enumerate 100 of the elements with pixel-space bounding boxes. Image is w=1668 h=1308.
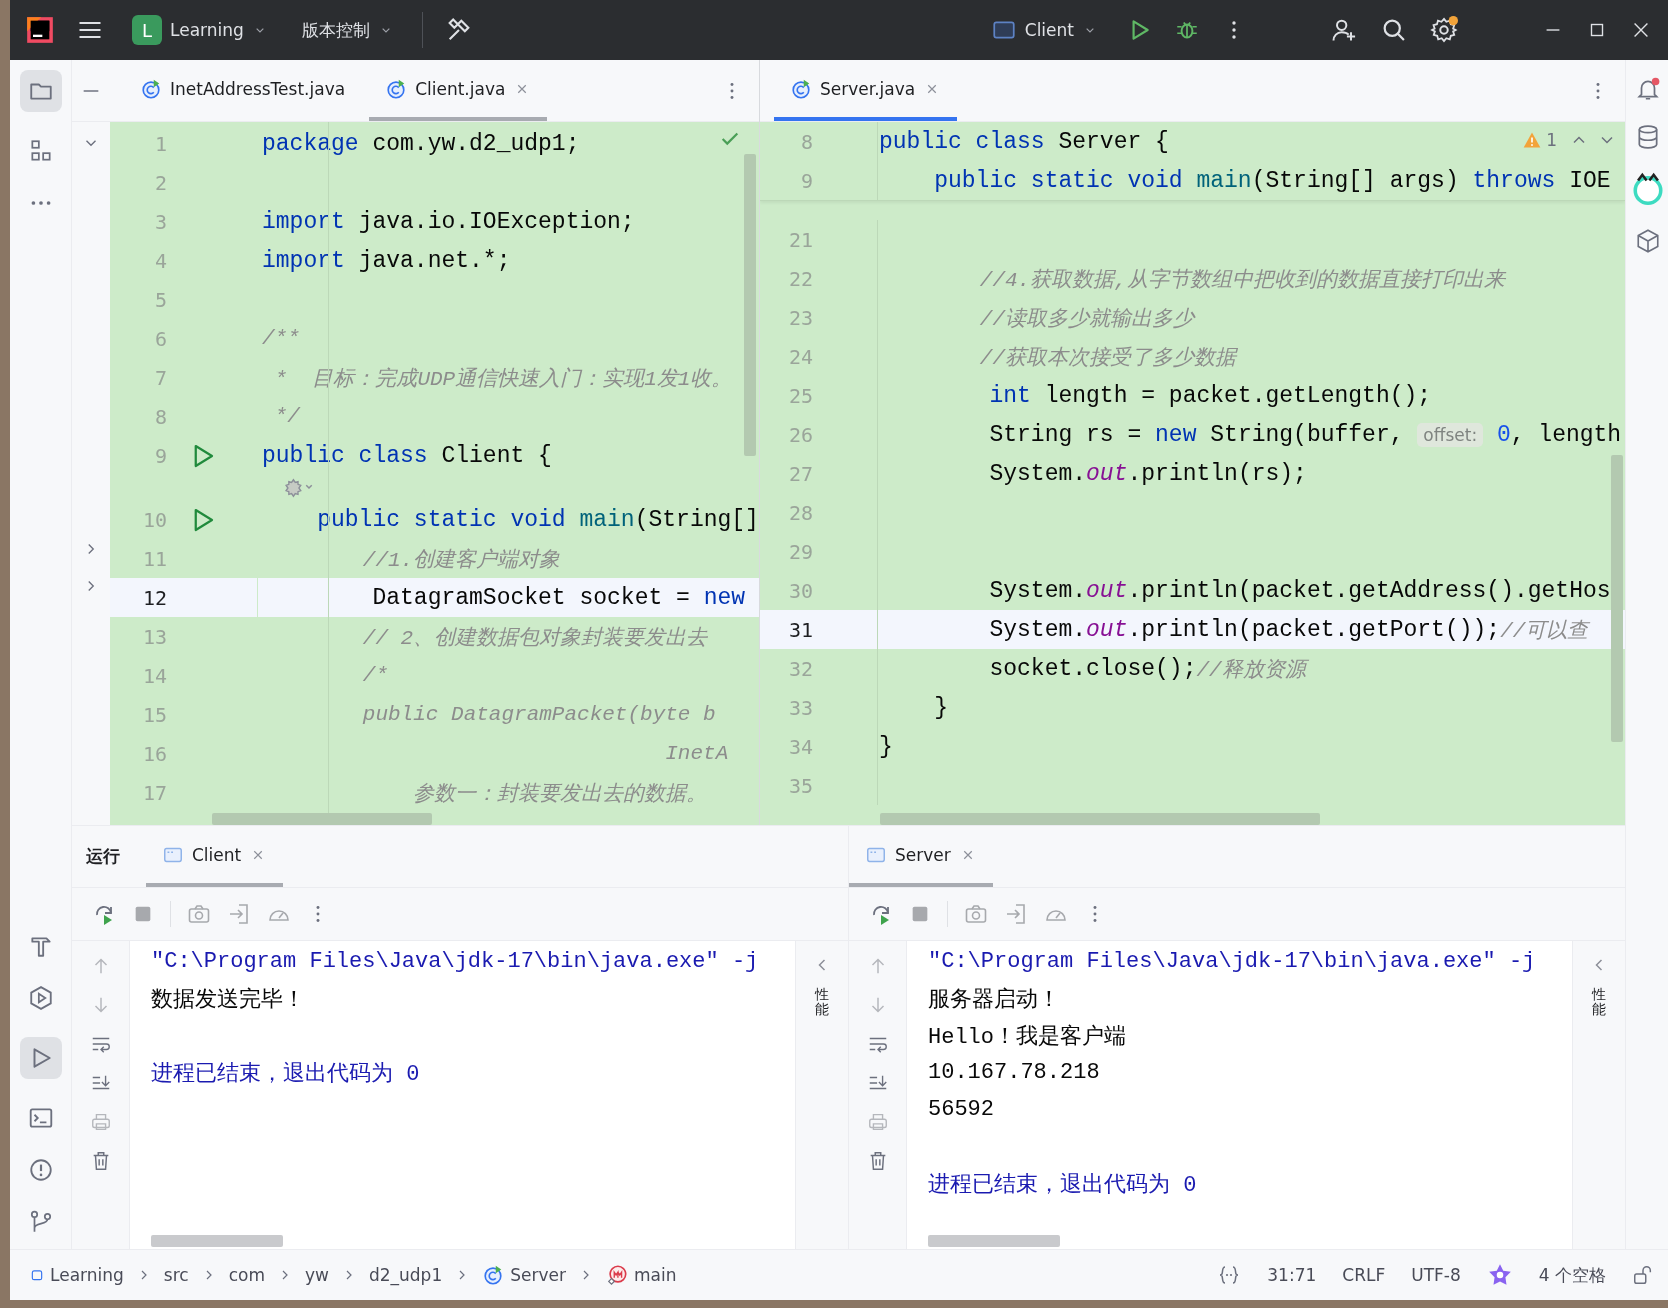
code-line: import java.net.*; — [261, 246, 511, 276]
line-number: 22 — [760, 259, 878, 298]
code-line: public DatagramPacket(byte b — [361, 702, 716, 728]
breadcrumb[interactable]: d2_udp1 — [368, 1265, 443, 1285]
module-icon — [30, 1268, 44, 1282]
breadcrumb[interactable]: src — [163, 1265, 189, 1285]
line-number: 24 — [760, 337, 878, 376]
console-line: "C:\Program Files\Java\jdk-17\bin\java.exe" -j — [928, 948, 1537, 976]
panel-title: 运行 — [86, 845, 120, 868]
camera-icon[interactable] — [964, 902, 988, 926]
breadcrumb[interactable]: yw — [304, 1265, 329, 1285]
line-number: 6 — [153, 325, 168, 353]
scrollbar-thumb[interactable] — [880, 813, 1320, 825]
code-line: 参数一：封装要发出去的数据。 — [412, 781, 708, 808]
side-tab[interactable]: 性能 — [815, 987, 829, 1018]
warning-icon — [1522, 130, 1543, 150]
line-number: 27 — [760, 454, 878, 493]
code-line: //获取本次接受了多少数据 — [978, 345, 1237, 372]
console-line: 10.167.78.218 — [928, 1059, 1101, 1087]
java-class-icon — [482, 1264, 505, 1286]
tool-window-button[interactable] — [19, 1037, 62, 1079]
line-number: 25 — [760, 376, 878, 415]
scrollbar-thumb[interactable] — [212, 813, 432, 825]
code-line: int length = packet.getLength(); — [988, 381, 1432, 411]
line-number: 26 — [760, 415, 878, 454]
terminal-icon[interactable] — [27, 1105, 54, 1131]
scrollbar-thumb[interactable] — [928, 1235, 1060, 1247]
java-class-icon — [140, 77, 162, 100]
vcs-menu[interactable]: 版本控制 — [295, 14, 400, 46]
breadcrumb[interactable]: com — [228, 1265, 265, 1285]
cube-icon[interactable] — [1634, 228, 1661, 254]
line-number: 8 — [153, 403, 168, 431]
method-icon — [605, 1264, 628, 1286]
caret-position[interactable]: 31:71 — [1267, 1265, 1317, 1285]
line-number: 3 — [153, 208, 168, 236]
line-separator[interactable]: CRLF — [1342, 1265, 1386, 1285]
line-number: 10 — [141, 506, 168, 534]
line-number: 9 — [153, 442, 168, 470]
console-line: 进程已结束，退出代码为 0 — [151, 1060, 421, 1089]
breadcrumb[interactable]: Server — [482, 1264, 566, 1286]
code-line: import java.io.IOException; — [261, 207, 635, 237]
code-line: String rs = new String(buffer, offset: 0, length — [988, 420, 1622, 450]
code-line: /* — [361, 663, 389, 689]
line-number: 5 — [153, 286, 168, 314]
line-number: 7 — [153, 364, 168, 392]
indent-setting[interactable]: 4 个空格 — [1538, 1263, 1606, 1287]
code-line: public class Client { — [261, 441, 552, 471]
settings-icon[interactable] — [1430, 16, 1458, 44]
line-number: 2 — [153, 169, 168, 197]
line-number: 23 — [760, 298, 878, 337]
plugin-badge-icon[interactable] — [1630, 172, 1665, 206]
camera-icon[interactable] — [187, 902, 211, 926]
run-tab[interactable]: Server — [849, 826, 993, 887]
scrollbar-thumb[interactable] — [151, 1235, 283, 1247]
scrollbar-thumb[interactable] — [1611, 455, 1623, 742]
code-line: // 2、创建数据包对象封装要发出去 — [361, 625, 708, 652]
file-encoding[interactable]: UTF-8 — [1411, 1265, 1461, 1285]
app-logo-icon[interactable] — [26, 16, 54, 44]
scrollbar-thumb[interactable] — [744, 154, 756, 456]
code-line: public class Server { — [878, 127, 1169, 157]
line-number: 29 — [760, 532, 878, 571]
warning-counter[interactable]: 1 — [1522, 130, 1557, 150]
console-line: 56592 — [928, 1096, 995, 1124]
line-number: 34 — [760, 727, 878, 766]
line-number: 11 — [141, 545, 168, 573]
line-number: 13 — [141, 623, 168, 651]
line-number: 31 — [760, 610, 878, 649]
code-line: //读取多少就输出多少 — [978, 306, 1195, 333]
lock-icon[interactable] — [1632, 1264, 1654, 1286]
code-line: /** — [261, 326, 300, 352]
line-number: 16 — [141, 740, 168, 768]
code-line: package com.yw.d2_udp1; — [261, 129, 580, 159]
java-class-icon — [790, 77, 812, 100]
run-tab[interactable]: Client — [146, 826, 284, 887]
line-number: 28 — [760, 493, 878, 532]
project-selector[interactable]: L Learning — [126, 11, 274, 49]
code-line: } — [878, 732, 893, 762]
problems-icon[interactable] — [27, 1157, 54, 1183]
line-number: 17 — [141, 779, 168, 807]
run-config-selector[interactable]: Client — [984, 13, 1104, 47]
side-tab[interactable]: 性能 — [1592, 987, 1606, 1018]
breadcrumb[interactable]: main — [605, 1264, 677, 1286]
services-icon[interactable] — [27, 985, 54, 1011]
console-line: Hello！我是客户端 — [928, 1023, 1127, 1052]
code-line: } — [933, 693, 948, 723]
line-number: 1 — [153, 130, 168, 158]
line-number: 32 — [760, 649, 878, 688]
line-number: 8 — [760, 122, 878, 161]
breadcrumb[interactable]: Learning — [30, 1265, 124, 1285]
tool-window-button[interactable] — [19, 70, 62, 112]
line-number: 12 — [110, 578, 175, 617]
code-line: InetA — [664, 741, 729, 767]
editor-tab[interactable]: InetAddressTest.java — [124, 60, 362, 121]
code-line: */ — [273, 404, 300, 430]
console-line: 服务器启动！ — [928, 986, 1061, 1015]
line-number: 14 — [141, 662, 168, 690]
line-number: 4 — [153, 247, 168, 275]
code-line: //4.获取数据,从字节数组中把收到的数据直接打印出来 — [978, 267, 1505, 294]
console-line: 数据发送完毕！ — [151, 986, 306, 1015]
code-line: //1.创建客户端对象 — [361, 547, 561, 574]
